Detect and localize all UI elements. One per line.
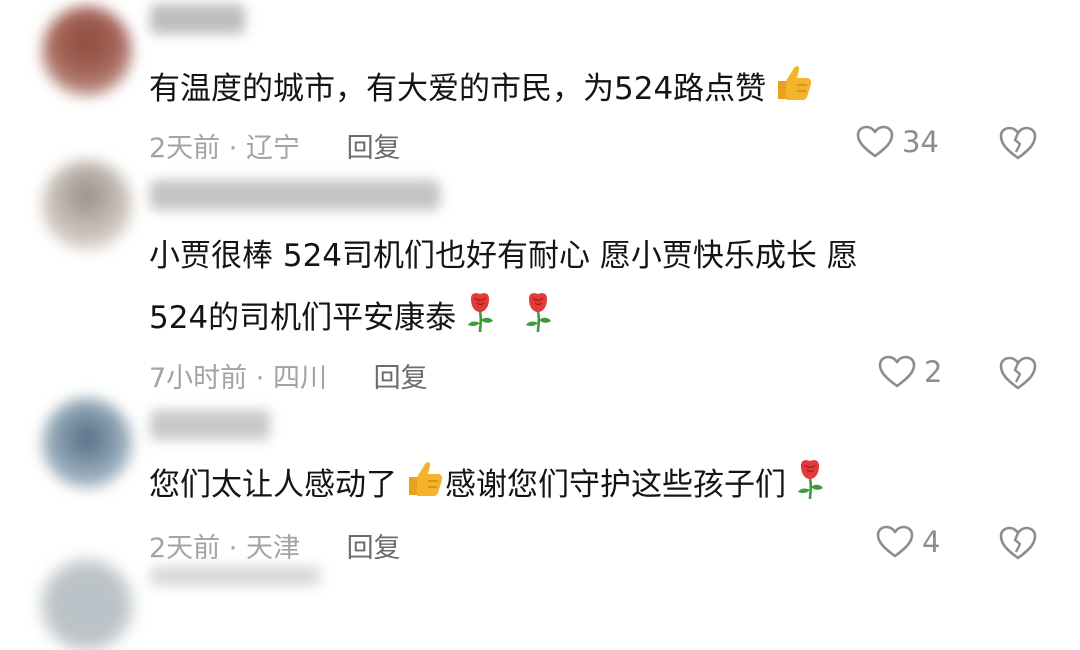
dislike-button[interactable] <box>998 525 1038 561</box>
comment-time: 7小时前 <box>149 363 248 394</box>
rose-emoji-icon <box>518 290 558 349</box>
dislike-button[interactable] <box>998 355 1038 391</box>
rose-emoji-icon <box>460 290 500 349</box>
comment-meta: 2天前 · 天津 回复 <box>149 526 401 565</box>
comment-location: 四川 <box>272 363 327 394</box>
comment-text-line: 感谢您们守护这些孩子们 <box>445 467 786 503</box>
username-blurred[interactable] <box>150 566 320 586</box>
meta-separator: · <box>255 363 265 394</box>
like-button[interactable]: 4 <box>876 525 940 559</box>
comment-text: 有温度的城市，有大爱的市民，为524路点赞 <box>149 61 814 120</box>
comment-time: 2天前 <box>149 533 221 564</box>
reply-button[interactable]: 回复 <box>374 363 428 394</box>
broken-heart-icon <box>998 525 1038 561</box>
thumbs-up-emoji-icon <box>401 457 445 516</box>
comment-text-line: 524的司机们平安康泰 <box>149 300 457 336</box>
meta-separator: · <box>228 133 238 164</box>
username-blurred[interactable] <box>150 4 245 34</box>
heart-outline-icon <box>878 355 916 389</box>
heart-outline-icon <box>856 125 894 159</box>
comment-location: 天津 <box>245 533 300 564</box>
comment-time: 2天前 <box>149 133 221 164</box>
avatar[interactable] <box>42 6 132 96</box>
broken-heart-icon <box>998 355 1038 391</box>
reply-button[interactable]: 回复 <box>347 133 401 164</box>
comment-text-line: 小贾很棒 524司机们也好有耐心 愿小贾快乐成长 愿 <box>149 238 858 274</box>
comment-meta: 2天前 · 辽宁 回复 <box>149 126 401 165</box>
heart-outline-icon <box>876 525 914 559</box>
broken-heart-icon <box>998 125 1038 161</box>
avatar[interactable] <box>42 560 132 650</box>
avatar[interactable] <box>42 160 132 250</box>
meta-separator: · <box>228 533 238 564</box>
username-blurred[interactable] <box>150 180 440 210</box>
like-count: 2 <box>924 355 943 389</box>
dislike-button[interactable] <box>998 125 1038 161</box>
reply-button[interactable]: 回复 <box>347 533 401 564</box>
comment-text: 小贾很棒 524司机们也好有耐心 愿小贾快乐成长 愿 <box>149 231 858 281</box>
username-blurred[interactable] <box>150 410 270 440</box>
like-button[interactable]: 34 <box>856 125 939 159</box>
like-count: 34 <box>902 125 939 159</box>
like-count: 4 <box>922 525 941 559</box>
avatar[interactable] <box>42 398 132 488</box>
rose-emoji-icon <box>790 457 830 516</box>
comment-text: 您们太让人感动了 感谢您们守护这些孩子们 <box>149 457 830 516</box>
comment-text-line: 您们太让人感动了 <box>149 467 397 503</box>
comment-meta: 7小时前 · 四川 回复 <box>149 356 428 395</box>
like-button[interactable]: 2 <box>878 355 942 389</box>
comment-text-line: 有温度的城市，有大爱的市民，为524路点赞 <box>149 71 767 107</box>
thumbs-up-emoji-icon <box>770 61 814 120</box>
comment-location: 辽宁 <box>245 133 300 164</box>
comment-text: 524的司机们平安康泰 <box>149 290 558 349</box>
